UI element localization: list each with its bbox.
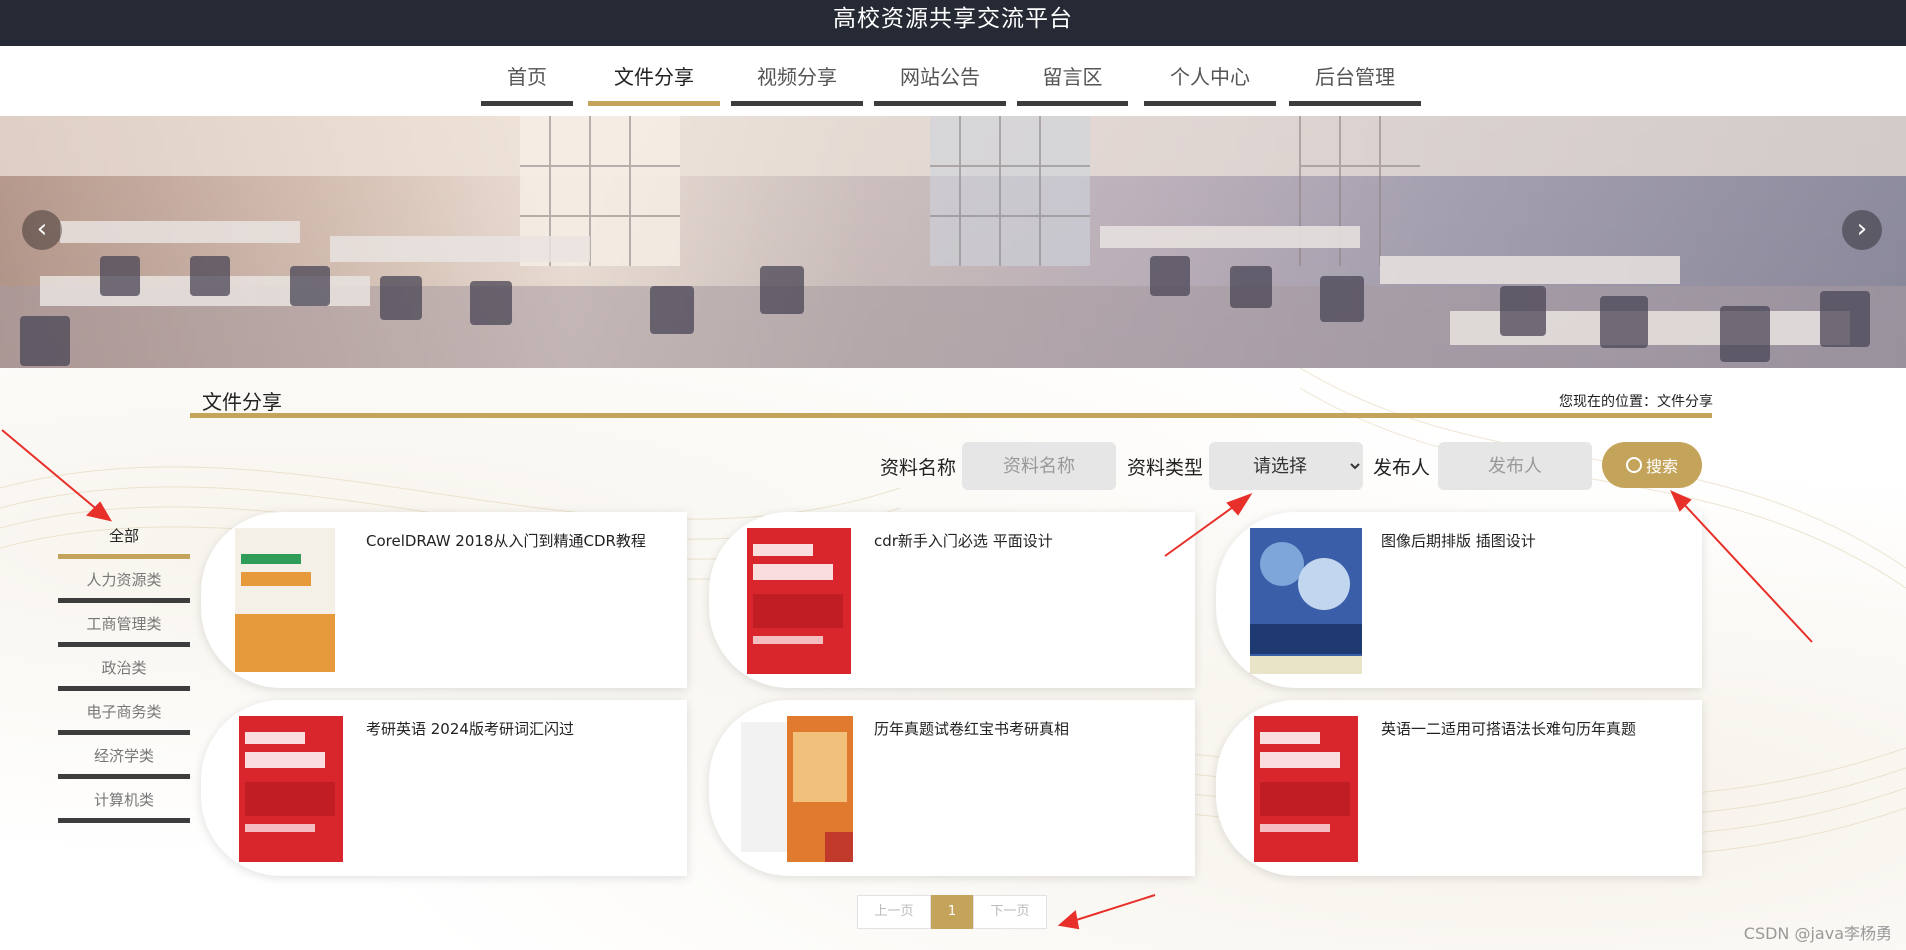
file-title: 图像后期排版 插图设计 (1381, 532, 1536, 550)
file-cover-image (1250, 528, 1362, 674)
name-input[interactable] (962, 442, 1116, 490)
nav-item-file-share[interactable]: 文件分享 (588, 56, 720, 106)
category-ecommerce[interactable]: 电子商务类 (58, 699, 190, 735)
file-card[interactable]: 图像后期排版 插图设计 (1216, 512, 1702, 688)
banner-prev-button[interactable]: ‹ (22, 210, 62, 250)
section-title: 文件分享 (202, 390, 282, 414)
file-title: 考研英语 2024版考研词汇闪过 (366, 720, 574, 738)
nav-item-video-share[interactable]: 视频分享 (731, 56, 863, 106)
file-title: CorelDRAW 2018从入门到精通CDR教程 (366, 532, 646, 550)
nav-item-home[interactable]: 首页 (481, 56, 573, 106)
search-button-label: 搜索 (1645, 457, 1678, 476)
section-divider (190, 413, 1712, 418)
file-card[interactable]: CorelDRAW 2018从入门到精通CDR教程 (201, 512, 687, 688)
chevron-left-icon: ‹ (36, 214, 48, 244)
search-button[interactable]: 搜索 (1602, 442, 1702, 488)
next-page-button[interactable]: 下一页 (973, 895, 1047, 929)
category-all[interactable]: 全部 (58, 523, 190, 559)
chevron-right-icon: › (1856, 214, 1868, 244)
file-cover-image (239, 716, 343, 862)
site-header: 高校资源共享交流平台 (0, 0, 1906, 46)
file-cover-image (235, 528, 335, 672)
type-label: 资料类型 (1127, 457, 1204, 479)
file-card[interactable]: 英语一二适用可搭语法长难句历年真题 (1216, 700, 1702, 876)
file-title: 历年真题试卷红宝书考研真相 (874, 720, 1070, 738)
file-cover-image (747, 528, 851, 674)
nav-item-user-center[interactable]: 个人中心 (1144, 56, 1276, 106)
nav-item-admin[interactable]: 后台管理 (1289, 56, 1421, 106)
nav-item-announcements[interactable]: 网站公告 (874, 56, 1006, 106)
file-card[interactable]: cdr新手入门必选 平面设计 (709, 512, 1195, 688)
name-label: 资料名称 (880, 457, 957, 479)
breadcrumb: 您现在的位置：文件分享 (1559, 394, 1713, 410)
banner-image (0, 116, 1906, 368)
file-cover-image (741, 716, 853, 862)
publisher-label: 发布人 (1373, 457, 1431, 479)
banner-carousel (0, 116, 1906, 368)
category-computer[interactable]: 计算机类 (58, 787, 190, 823)
file-title: 英语一二适用可搭语法长难句历年真题 (1381, 720, 1637, 738)
file-title: cdr新手入门必选 平面设计 (874, 532, 1053, 550)
prev-page-button[interactable]: 上一页 (857, 895, 931, 929)
category-business[interactable]: 工商管理类 (58, 611, 190, 647)
watermark: CSDN @java李杨勇 (1743, 924, 1892, 943)
page-number[interactable]: 1 (931, 895, 973, 929)
file-card[interactable]: 历年真题试卷红宝书考研真相 (709, 700, 1195, 876)
nav-item-message-board[interactable]: 留言区 (1017, 56, 1128, 106)
category-hr[interactable]: 人力资源类 (58, 567, 190, 603)
category-economics[interactable]: 经济学类 (58, 743, 190, 779)
type-select[interactable]: 请选择 (1209, 442, 1363, 490)
file-cover-image (1254, 716, 1358, 862)
file-card[interactable]: 考研英语 2024版考研词汇闪过 (201, 700, 687, 876)
banner-next-button[interactable]: › (1842, 210, 1882, 250)
main-nav: 首页 文件分享 视频分享 网站公告 留言区 个人中心 后台管理 (0, 56, 1906, 106)
search-icon (1625, 457, 1642, 473)
publisher-input[interactable] (1438, 442, 1592, 490)
category-politics[interactable]: 政治类 (58, 655, 190, 691)
site-title: 高校资源共享交流平台 (833, 6, 1073, 32)
